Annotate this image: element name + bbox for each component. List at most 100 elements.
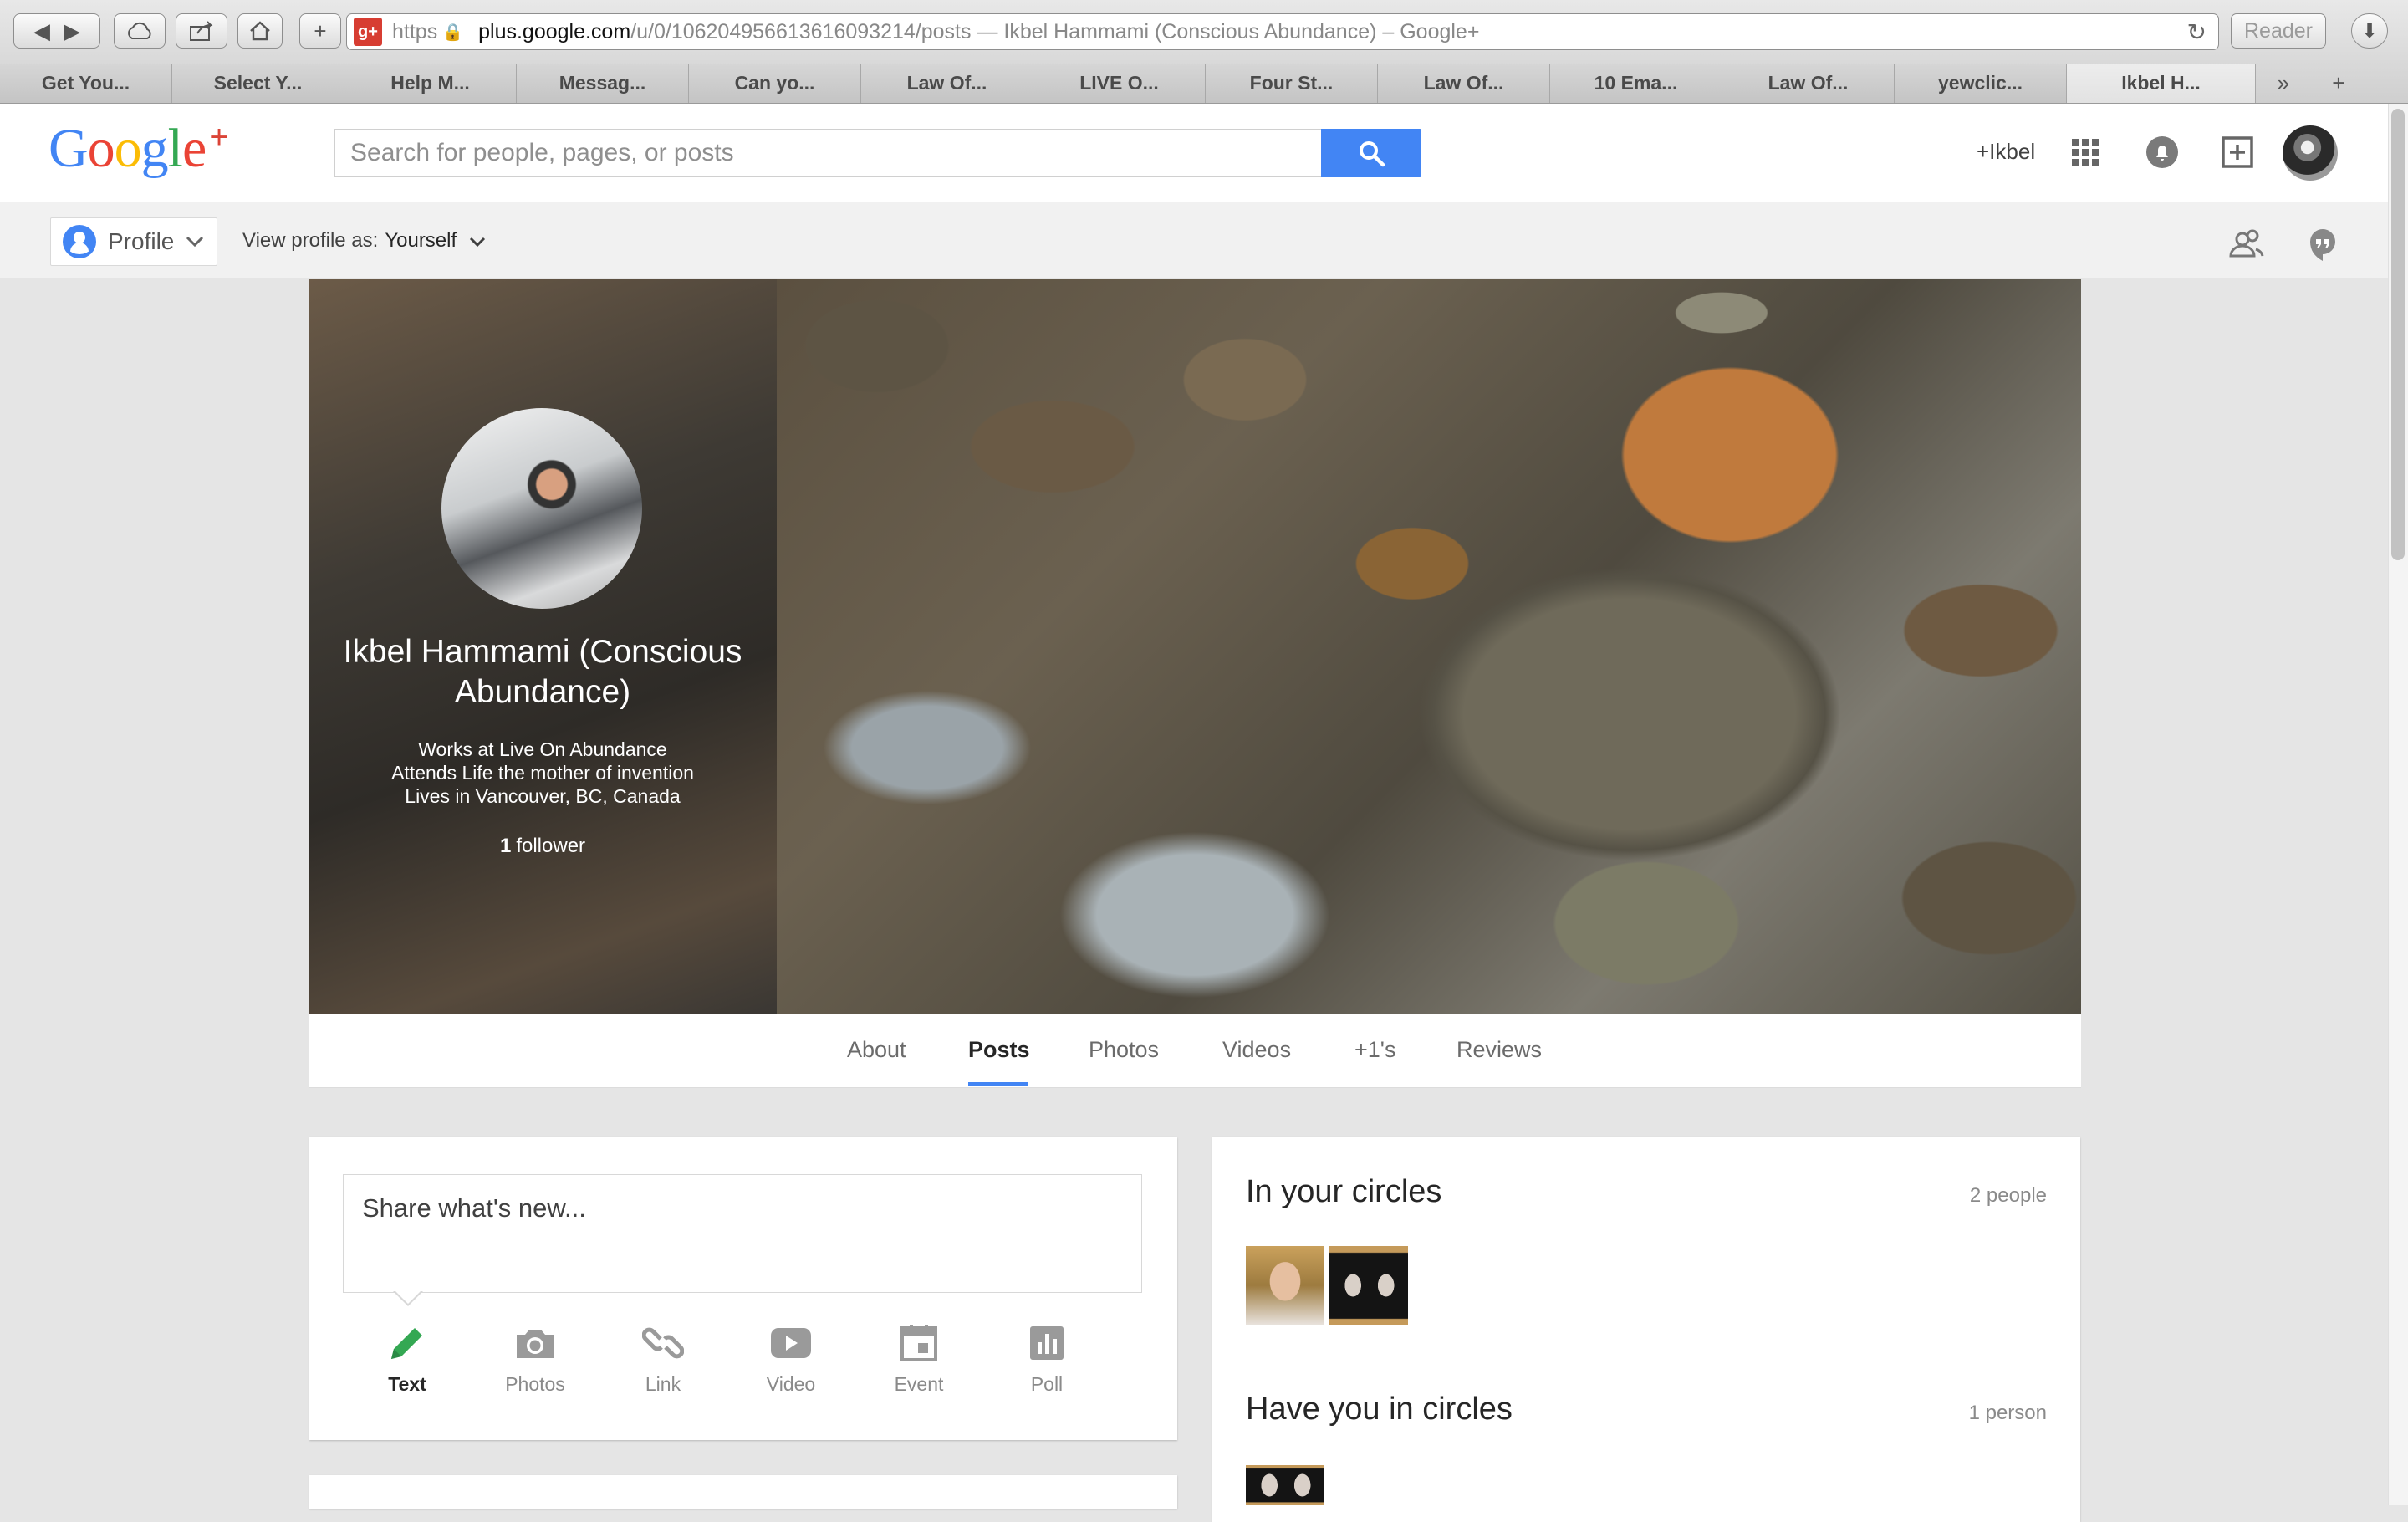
circle-member-avatar[interactable] (1329, 1246, 1408, 1325)
more-tabs-icon[interactable]: » (2278, 70, 2289, 96)
back-arrow-icon[interactable]: ◀ (33, 18, 50, 44)
browser-tab[interactable]: 10 Ema... (1550, 64, 1722, 103)
logo-letter: o (87, 118, 115, 179)
apps-button[interactable] (2067, 134, 2104, 171)
profile-menu-label: Profile (108, 228, 175, 254)
new-tab-plus-icon[interactable]: + (2332, 70, 2344, 96)
share-link-label: Link (645, 1373, 681, 1395)
tab-posts[interactable]: Posts (968, 1037, 1030, 1063)
share-event-option[interactable]: Event (869, 1320, 969, 1396)
url-scheme: https (392, 19, 438, 43)
browser-tab[interactable]: Help M... (344, 64, 517, 103)
scrollbar-thumb[interactable] (2391, 109, 2405, 560)
camera-icon (517, 1330, 554, 1358)
link-icon (642, 1327, 684, 1359)
follower-count[interactable]: 1 follower (309, 835, 777, 858)
follower-label: follower (516, 835, 586, 857)
browser-tab[interactable]: Messag... (517, 64, 689, 103)
search-input[interactable]: Search for people, pages, or posts (334, 129, 1322, 177)
have-you-in-circles-count[interactable]: 1 person (1839, 1402, 2047, 1425)
active-tab-indicator (968, 1082, 1028, 1086)
browser-tab[interactable]: Law Of... (1378, 64, 1550, 103)
circle-member-avatar[interactable] (1246, 1465, 1324, 1505)
calendar-icon (900, 1325, 937, 1361)
next-post-card (309, 1475, 1177, 1509)
google-plus-favicon-icon: g+ (354, 18, 382, 46)
notifications-button[interactable] (2144, 134, 2181, 171)
share-text-label: Text (388, 1373, 426, 1395)
home-icon (250, 21, 270, 41)
browser-tab[interactable]: yewclic... (1895, 64, 2067, 103)
search-button[interactable] (1321, 129, 1421, 177)
pencil-icon (391, 1328, 422, 1359)
logo-letter: g (140, 118, 169, 179)
logo-letter: o (114, 118, 142, 179)
share-photos-option[interactable]: Photos (485, 1320, 585, 1396)
share-input[interactable]: Share what's new... (343, 1174, 1142, 1293)
view-as-value: Yourself (385, 229, 457, 252)
browser-tab-active[interactable]: Ikbel H... (2067, 64, 2256, 103)
profile-education: Attends Life the mother of invention (391, 762, 694, 784)
share-button[interactable] (176, 13, 227, 49)
profile-tabs-bar (309, 1014, 2081, 1088)
cover-photo[interactable] (777, 279, 2081, 1014)
lock-icon: 🔒 (442, 23, 464, 42)
profile-menu-button[interactable]: Profile (50, 217, 217, 266)
browser-tab[interactable]: Law Of... (861, 64, 1033, 103)
browser-tab[interactable]: Four St... (1206, 64, 1378, 103)
plus-icon: + (314, 18, 327, 43)
share-input-pointer-inner (395, 1290, 421, 1304)
reload-icon[interactable]: ↻ (2187, 18, 2206, 46)
plus-user-link[interactable]: +Ikbel (1977, 139, 2035, 165)
browser-tab[interactable]: LIVE O... (1033, 64, 1206, 103)
follower-number: 1 (499, 835, 512, 857)
have-you-in-circles-title: Have you in circles (1246, 1392, 1513, 1427)
logo-letter: e (182, 118, 207, 179)
circles-people-icon (2229, 229, 2264, 258)
share-text-option[interactable]: Text (357, 1320, 457, 1396)
circles-button[interactable] (2226, 224, 2266, 264)
logo-letter: l (167, 118, 183, 179)
profile-details: Works at Live On Abundance Attends Life … (309, 738, 777, 808)
notifications-bell-icon (2146, 136, 2178, 168)
cloud-icon (128, 22, 151, 39)
browser-tab[interactable]: Select Y... (172, 64, 344, 103)
downloads-button[interactable]: ⬇ (2351, 13, 2388, 49)
tab-photos[interactable]: Photos (1089, 1037, 1159, 1063)
google-plus-logo[interactable]: Google + (48, 117, 229, 181)
share-video-label: Video (766, 1373, 816, 1395)
share-link-option[interactable]: Link (613, 1320, 713, 1396)
profile-name: Ikbel Hammami (Conscious Abundance) (343, 634, 742, 710)
address-bar[interactable]: g+ https 🔒 plus.google.com /u/0/10620495… (346, 13, 2219, 50)
new-tab-button[interactable]: + (299, 13, 341, 49)
tab-about[interactable]: About (847, 1037, 906, 1063)
tab-reviews[interactable]: Reviews (1457, 1037, 1542, 1063)
profile-person-icon (63, 225, 96, 258)
in-your-circles-count[interactable]: 2 people (1839, 1184, 2047, 1208)
circle-member-avatar[interactable] (1246, 1246, 1324, 1325)
download-arrow-icon: ⬇ (2360, 19, 2379, 43)
tab-videos[interactable]: Videos (1222, 1037, 1291, 1063)
url-path: /u/0/106204956613616093214/posts — Ikbel… (630, 19, 1480, 43)
icloud-tabs-button[interactable] (114, 13, 166, 49)
browser-tab[interactable]: Can yo... (689, 64, 861, 103)
tab-overflow-controls: » + (2256, 64, 2366, 103)
apps-grid-icon (2072, 139, 2099, 166)
share-poll-option[interactable]: Poll (997, 1320, 1097, 1396)
view-profile-as[interactable]: View profile as: Yourself (242, 229, 486, 253)
back-forward-buttons[interactable]: ◀ ▶ (13, 13, 100, 49)
browser-tab[interactable]: Law Of... (1722, 64, 1895, 103)
forward-arrow-icon[interactable]: ▶ (64, 18, 80, 44)
profile-photo[interactable] (441, 408, 642, 609)
profile-work: Works at Live On Abundance (418, 738, 667, 760)
browser-tab[interactable]: Get You... (0, 64, 172, 103)
share-plus-button[interactable] (2219, 134, 2256, 171)
reader-button[interactable]: Reader (2231, 13, 2326, 49)
video-play-icon (771, 1328, 811, 1358)
hangouts-button[interactable] (2303, 224, 2343, 264)
share-video-option[interactable]: Video (741, 1320, 841, 1396)
account-avatar[interactable] (2283, 125, 2338, 181)
tab-plus-ones[interactable]: +1's (1354, 1037, 1395, 1063)
home-button[interactable] (237, 13, 283, 49)
search-icon (1360, 141, 1385, 167)
